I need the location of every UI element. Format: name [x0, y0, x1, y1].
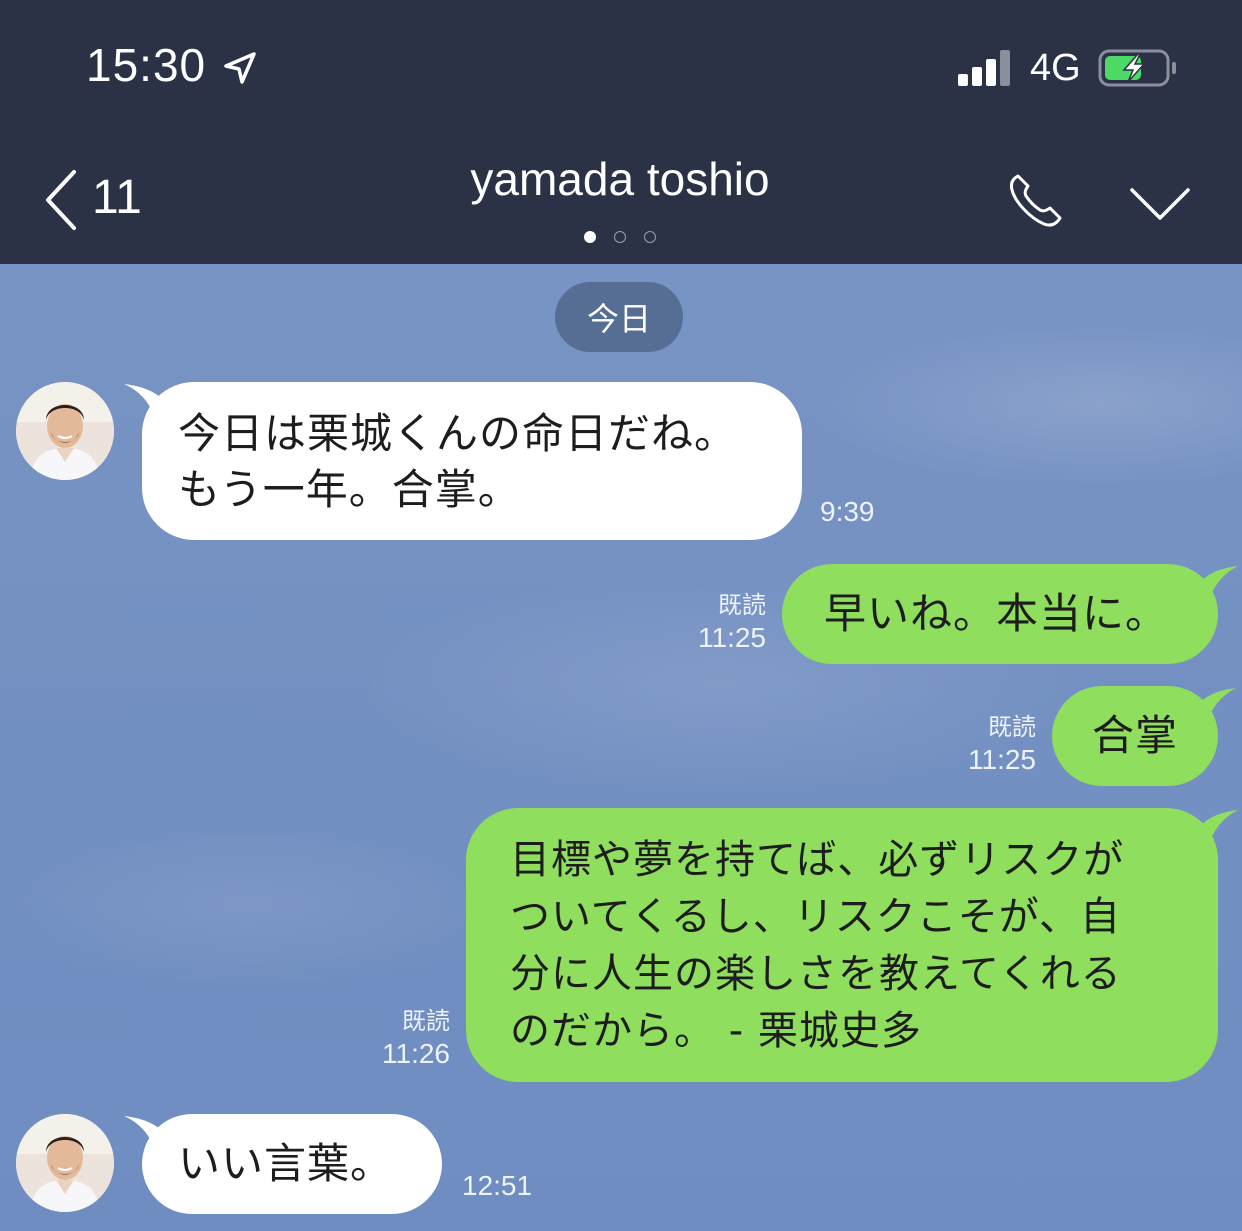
back-button[interactable]: 11 — [36, 162, 156, 236]
page-dot — [644, 231, 656, 243]
message-time: 9:39 — [820, 496, 875, 527]
avatar[interactable] — [16, 1114, 114, 1212]
network-type: 4G — [1030, 47, 1081, 89]
chat-title[interactable]: yamada toshio — [320, 152, 920, 206]
avatar-photo — [16, 1114, 114, 1212]
battery-charging-icon — [1098, 49, 1176, 87]
bubble-tail — [1192, 688, 1236, 726]
chat-area[interactable]: 今日 今日は栗城くんの命日だね。 もう一年。合掌。 9:39 既読 11:25 … — [0, 264, 1242, 1231]
location-arrow-icon — [224, 52, 256, 84]
signal-icon — [958, 50, 1016, 86]
message-meta: 既読 11:25 — [680, 590, 766, 654]
message-text: 合掌 — [1092, 711, 1179, 760]
page-indicator — [582, 231, 662, 245]
message-text: 目標や夢を持てば、必ずリスクが ついてくるし、リスクこそが、自 分に人生の楽しさ… — [510, 837, 1125, 1054]
message-meta: 既読 11:26 — [364, 1006, 450, 1070]
message-text: 早いね。本当に。 — [824, 589, 1169, 638]
page-dot-active — [584, 231, 596, 243]
page-dot — [614, 231, 626, 243]
message-time: 11:26 — [382, 1038, 450, 1069]
message-text: いい言葉。 — [178, 1139, 394, 1188]
bubble-tail — [1194, 566, 1238, 604]
bubble-tail — [1194, 810, 1238, 848]
read-receipt: 既読 — [988, 714, 1036, 741]
avatar-photo — [16, 382, 114, 480]
message-text: 今日は栗城くんの命日だね。 もう一年。合掌。 — [178, 409, 738, 514]
back-chevron-icon — [46, 170, 76, 230]
date-separator: 今日 — [555, 282, 683, 352]
phone-icon[interactable] — [1004, 168, 1068, 232]
message-time: 11:25 — [968, 744, 1036, 775]
chat-header: 15:30 4G 11 yamada toshio — [0, 0, 1242, 264]
read-receipt: 既読 — [402, 1008, 450, 1035]
avatar[interactable] — [16, 382, 114, 480]
unread-count: 11 — [92, 171, 142, 224]
line-chat-screen: 15:30 4G 11 yamada toshio 今日 今日は栗城くんの命日だ… — [0, 0, 1242, 1231]
read-receipt: 既読 — [718, 592, 766, 619]
message-meta: 既読 11:25 — [950, 712, 1036, 776]
chevron-down-icon[interactable] — [1128, 180, 1192, 230]
message-time: 12:51 — [462, 1170, 533, 1201]
message-time: 11:25 — [698, 622, 766, 653]
status-time: 15:30 — [86, 39, 207, 91]
